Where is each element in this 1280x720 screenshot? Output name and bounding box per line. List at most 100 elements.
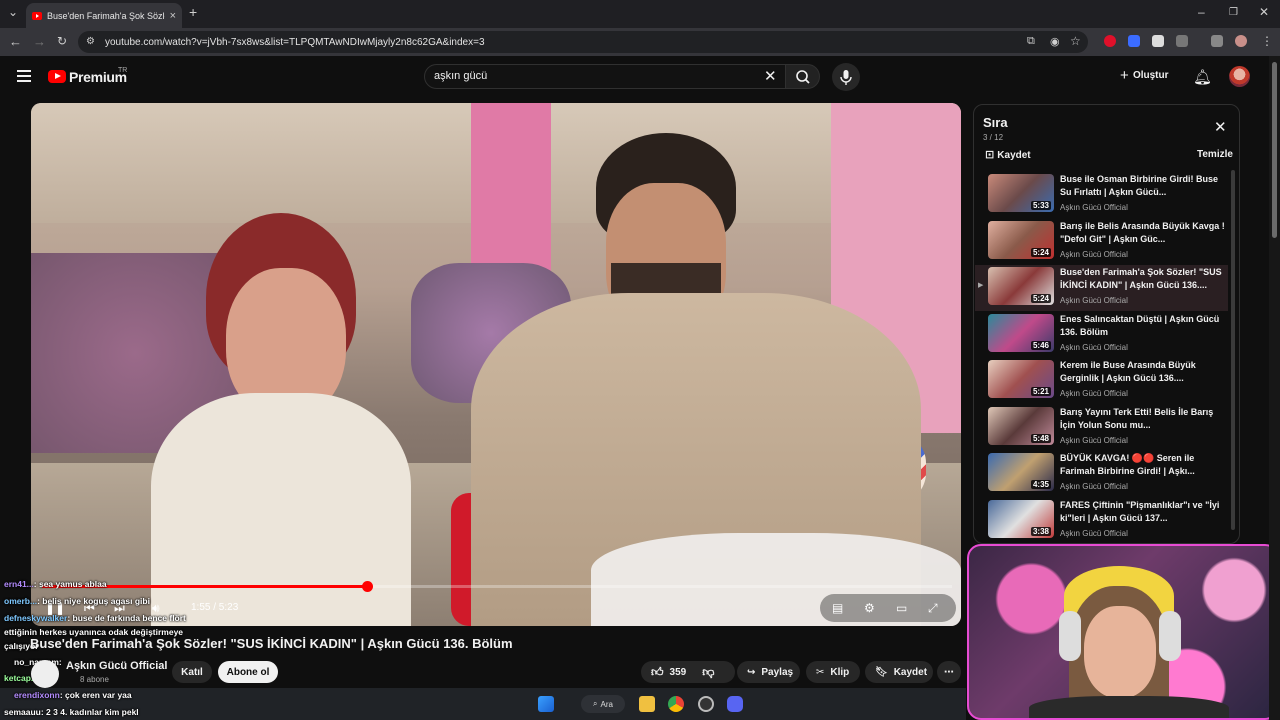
create-button[interactable]: + Oluştur: [1120, 67, 1169, 84]
webcam-overlay: [967, 544, 1279, 720]
like-dislike-button[interactable]: 👍︎ 359 👎︎: [641, 661, 735, 683]
duration-badge: 5:24: [1030, 248, 1051, 257]
search-button[interactable]: [785, 64, 820, 89]
save-button[interactable]: 🔖︎ Kaydet: [865, 661, 933, 683]
playlist-item-channel: Aşkın Gücü Official: [1060, 436, 1128, 445]
now-playing-icon: ▶: [978, 282, 984, 289]
playlist-item[interactable]: 5:46 Enes Salıncaktan Düştü | Aşkın Gücü…: [975, 312, 1228, 358]
more-actions-icon[interactable]: ⋯: [937, 661, 961, 683]
subscriber-count: 8 abone: [80, 675, 109, 684]
scissors-icon: ✂: [816, 666, 825, 678]
extension-blue-icon[interactable]: [1128, 35, 1140, 47]
channel-name[interactable]: Aşkın Gücü Official: [66, 660, 167, 672]
playlist-item-title: Kerem ile Buse Arasında Büyük Gerginlik …: [1060, 360, 1196, 383]
tab-list-icon[interactable]: ⌄: [8, 5, 18, 19]
thumbs-down-icon[interactable]: 👎︎: [702, 665, 714, 680]
theater-mode-icon[interactable]: ▭: [896, 601, 907, 615]
playlist-item-title: Enes Salıncaktan Düştü | Aşkın Gücü 136.…: [1060, 314, 1220, 337]
share-button[interactable]: ↪ Paylaş: [737, 661, 800, 683]
chat-message: omerb...: belis niye koguş agası gibi: [4, 596, 150, 606]
obs-icon[interactable]: [698, 696, 714, 712]
playlist-thumbnail: 5:48: [988, 407, 1054, 445]
playlist-item-title: BÜYÜK KAVGA! 🔴🔴 Seren ile Farimah Birbir…: [1060, 453, 1195, 476]
extension-red-icon[interactable]: [1104, 35, 1116, 47]
install-app-icon[interactable]: ⧉: [1027, 35, 1035, 48]
playlist-scrollbar[interactable]: [1231, 170, 1235, 530]
url-text[interactable]: youtube.com/watch?v=jVbh-7sx8ws&list=TLP…: [105, 37, 485, 48]
playlist-item[interactable]: 5:24 Barış ile Belis Arasında Büyük Kavg…: [975, 219, 1228, 265]
window-close-icon[interactable]: ✕: [1259, 5, 1269, 19]
minimize-icon[interactable]: –: [1198, 5, 1205, 19]
playlist-item-channel: Aşkın Gücü Official: [1060, 296, 1128, 305]
progress-scrubber[interactable]: [361, 581, 373, 592]
new-tab-icon[interactable]: +: [189, 4, 197, 20]
bookmark-star-icon[interactable]: ☆: [1070, 34, 1081, 48]
page-scrollbar-thumb[interactable]: [1272, 62, 1277, 238]
chrome-icon[interactable]: [668, 696, 684, 712]
more-menu-icon[interactable]: ⋮: [1261, 34, 1273, 48]
extension-white-icon[interactable]: [1152, 35, 1164, 47]
playlist-item-channel: Aşkın Gücü Official: [1060, 203, 1128, 212]
duration-badge: 3:38: [1030, 527, 1051, 536]
tab-title: Buse'den Farimah'a Şok Sözler...: [47, 10, 165, 21]
playlist-item[interactable]: 5:48 Barış Yayını Terk Etti! Belis İle B…: [975, 405, 1228, 451]
webcam-face: [1084, 606, 1156, 698]
playlist-item-title: Barış ile Belis Arasında Büyük Kavga ! "…: [1060, 221, 1225, 244]
search-icon: [796, 70, 810, 84]
reading-list-icon[interactable]: [1211, 35, 1223, 47]
profile-icon[interactable]: [1235, 35, 1247, 47]
discord-icon[interactable]: [727, 696, 743, 712]
playlist-item[interactable]: 5:33 Buse ile Osman Birbirine Girdi! Bus…: [975, 172, 1228, 218]
taskbar-search-button[interactable]: ⌕ Ara: [581, 695, 625, 713]
back-icon[interactable]: ←: [9, 34, 22, 49]
search-icon: ⌕: [593, 699, 598, 708]
save-label: Kaydet: [893, 666, 928, 678]
share-label: Paylaş: [761, 666, 794, 678]
site-info-icon[interactable]: ⚙: [86, 36, 95, 47]
extensions-puzzle-icon[interactable]: [1176, 35, 1188, 47]
windows-start-icon[interactable]: [538, 696, 554, 712]
subscribe-button[interactable]: Abone ol: [218, 661, 278, 683]
playlist-item-channel: Aşkın Gücü Official: [1060, 389, 1128, 398]
playlist-item-channel: Aşkın Gücü Official: [1060, 250, 1128, 259]
playlist-item[interactable]: 4:35 BÜYÜK KAVGA! 🔴🔴 Seren ile Farimah B…: [975, 451, 1228, 497]
video-player[interactable]: [31, 103, 961, 626]
playlist-title: Sıra: [983, 115, 1008, 130]
tracking-protection-icon[interactable]: ◉: [1050, 35, 1060, 48]
playlist-item-channel: Aşkın Gücü Official: [1060, 482, 1128, 491]
playlist-item-title: FARES Çiftinin "Pişmanlıklar"ı ve "İyi k…: [1060, 500, 1220, 523]
browser-tab[interactable]: Buse'den Farimah'a Şok Sözler... ×: [26, 3, 182, 28]
webcam-headphone-left: [1059, 611, 1081, 661]
join-button[interactable]: Katıl: [172, 661, 212, 683]
playlist-item[interactable]: 3:38 FARES Çiftinin "Pişmanlıklar"ı ve "…: [975, 498, 1228, 544]
channel-avatar[interactable]: [31, 660, 59, 688]
clip-button[interactable]: ✂ Klip: [806, 661, 860, 683]
playlist-item[interactable]: 5:21 Kerem ile Buse Arasında Büyük Gergi…: [975, 358, 1228, 404]
tab-close-icon[interactable]: ×: [170, 10, 176, 22]
video-title: Buse'den Farimah'a Şok Sözler! "SUS İKİN…: [30, 636, 513, 651]
playlist-save-button[interactable]: ⊡ Kaydet: [985, 148, 1031, 161]
playlist-item-current[interactable]: ▶ 5:24 Buse'den Farimah'a Şok Sözler! "S…: [975, 265, 1228, 311]
share-icon: ↪: [747, 666, 756, 678]
microphone-icon: [840, 70, 852, 85]
playlist-clear-button[interactable]: Temizle: [1197, 149, 1233, 160]
avatar[interactable]: [1229, 66, 1250, 87]
duration-badge: 5:24: [1030, 294, 1051, 303]
search-query[interactable]: aşkın gücü: [434, 70, 487, 82]
settings-gear-icon[interactable]: ⚙: [864, 601, 875, 615]
notifications-bell-icon[interactable]: 🔔︎: [1193, 68, 1212, 86]
file-explorer-icon[interactable]: [639, 696, 655, 712]
duration-badge: 5:46: [1030, 341, 1051, 350]
search-clear-icon[interactable]: ✕: [764, 67, 777, 85]
restore-icon[interactable]: ❐: [1229, 7, 1238, 18]
reload-icon[interactable]: ↻: [57, 34, 67, 48]
voice-search-button[interactable]: [832, 63, 860, 91]
subtitles-icon[interactable]: ▤: [832, 601, 843, 615]
hamburger-menu-icon[interactable]: [17, 70, 31, 82]
close-icon[interactable]: ✕: [1214, 118, 1227, 136]
forward-icon[interactable]: →: [33, 34, 46, 49]
like-count: 359: [669, 666, 687, 678]
youtube-logo-icon[interactable]: [48, 70, 66, 83]
fullscreen-icon[interactable]: ⤢: [928, 601, 938, 616]
chat-message: semaauu: 2 3 4. kadınlar kim pekl: [4, 707, 139, 717]
